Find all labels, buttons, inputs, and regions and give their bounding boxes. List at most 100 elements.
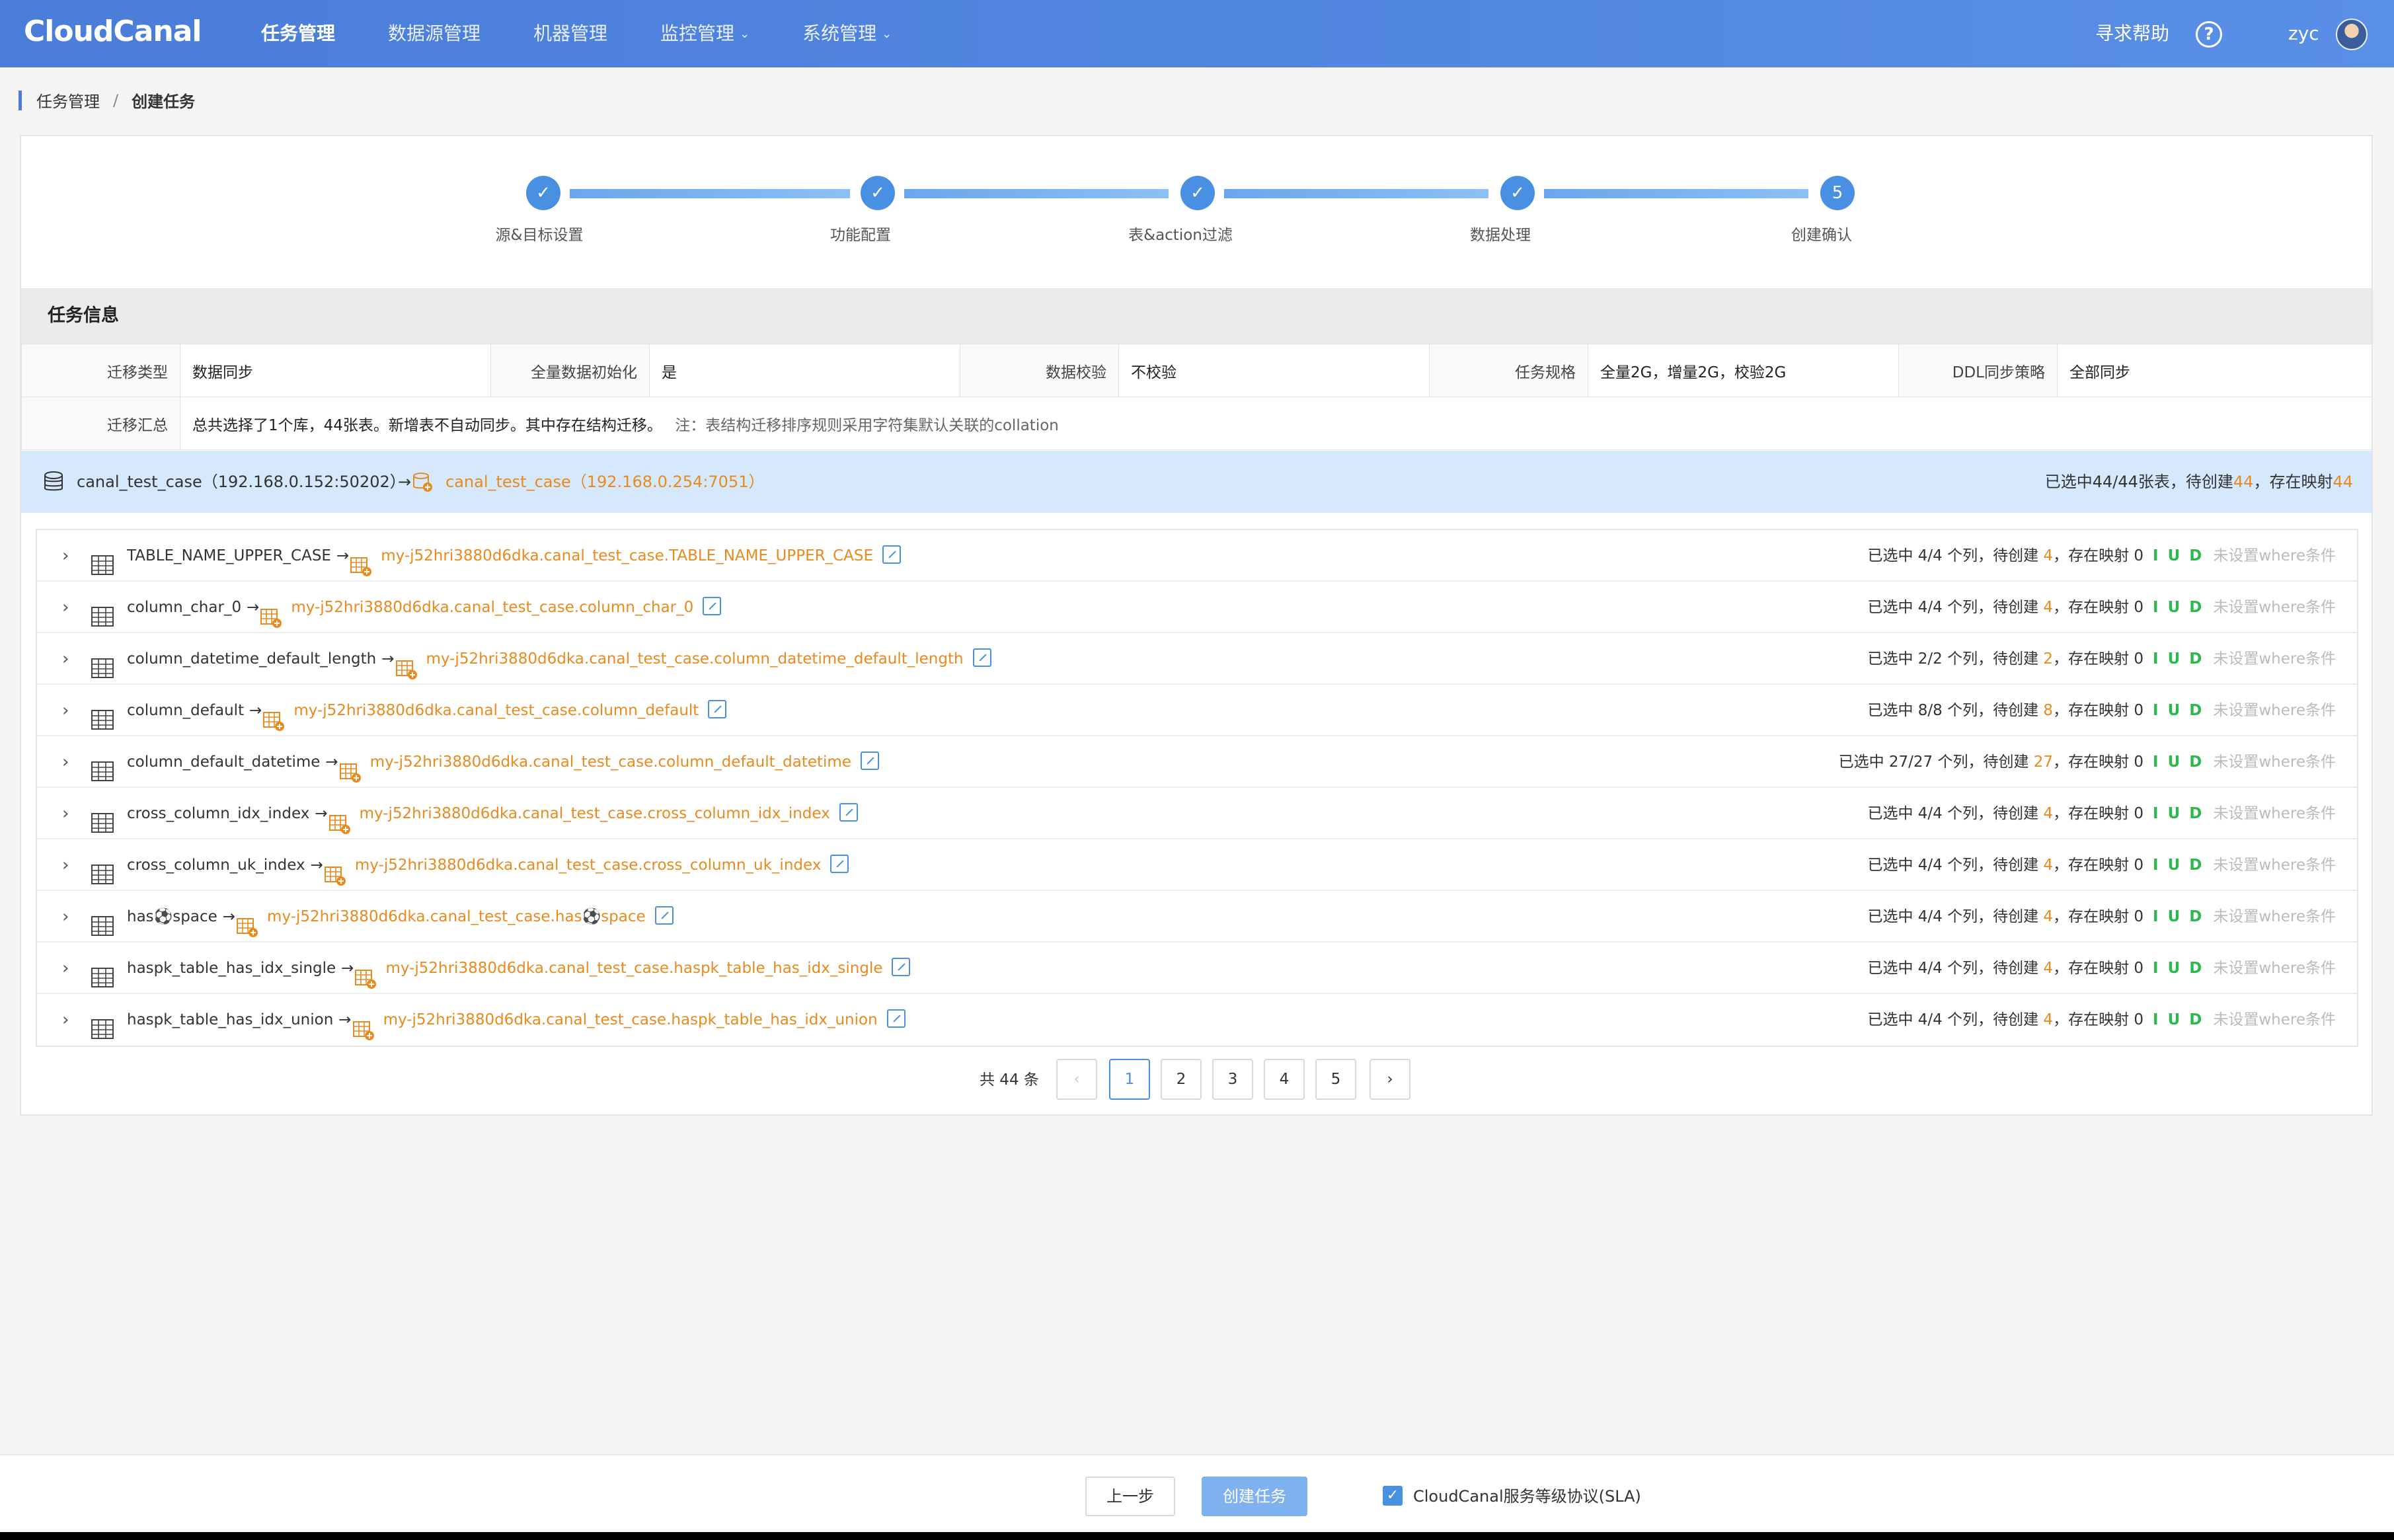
expand-chevron-icon[interactable]: › [62, 788, 69, 839]
where-condition[interactable]: 未设置where条件 [2213, 547, 2336, 564]
help-icon[interactable]: ? [2196, 21, 2222, 48]
table-row[interactable]: › column_default_datetime → my-j52hri3880d6… [37, 736, 2357, 788]
nav-datasource-management[interactable]: 数据源管理 [388, 0, 481, 67]
target-table-icon [328, 804, 352, 834]
expand-chevron-icon[interactable]: › [62, 891, 69, 943]
nav-system-management[interactable]: 系统管理 ⌄ [802, 0, 892, 67]
where-condition[interactable]: 未设置where条件 [2213, 960, 2336, 977]
iud-actions[interactable]: I U D [2153, 960, 2204, 977]
value-full-init: 是 [649, 344, 960, 397]
sla-checkbox[interactable]: ✓ [1383, 1486, 1403, 1506]
table-row[interactable]: › TABLE_NAME_UPPER_CASE → my-j52hri3880d6dk… [37, 530, 2357, 582]
expand-chevron-icon[interactable]: › [62, 685, 69, 736]
arrow-icon: → [247, 599, 260, 616]
breadcrumb: 任务管理 / 创建任务 [19, 89, 195, 112]
nav-monitor-management[interactable]: 监控管理 ⌄ [660, 0, 750, 67]
table-stats: 已选中 4/4 个列，待创建 4，存在映射 0 I U D 未设置where条件 [1867, 582, 2336, 633]
where-condition[interactable]: 未设置where条件 [2213, 650, 2336, 668]
pagination-prev-button[interactable]: ‹ [1056, 1059, 1097, 1100]
table-row[interactable]: › column_default → my-j52hri3880d6dka.canal… [37, 685, 2357, 736]
iud-actions[interactable]: I U D [2153, 650, 2204, 668]
iud-actions[interactable]: I U D [2153, 753, 2204, 771]
edit-mapping-icon[interactable] [892, 957, 911, 976]
create-task-button[interactable]: 创建任务 [1202, 1477, 1307, 1516]
where-condition[interactable]: 未设置where条件 [2213, 908, 2336, 925]
nav-label: 数据源管理 [388, 22, 481, 44]
label-full-init: 全量数据初始化 [490, 344, 650, 397]
avatar[interactable] [2336, 19, 2368, 50]
pagination-page-2[interactable]: 2 [1161, 1059, 1202, 1100]
table-row[interactable]: › column_datetime_default_length → my-j52hr… [37, 633, 2357, 685]
table-stats: 已选中 2/2 个列，待创建 2，存在映射 0 I U D 未设置where条件 [1867, 633, 2336, 685]
label-migration-summary: 迁移汇总 [21, 397, 180, 450]
source-table-name: TABLE_NAME_UPPER_CASE [127, 547, 331, 564]
table-row[interactable]: › column_char_0 → my-j52hri3880d6dka.canal_… [37, 582, 2357, 633]
source-table-name: column_char_0 [127, 599, 242, 616]
edit-mapping-icon[interactable] [708, 699, 727, 718]
where-condition[interactable]: 未设置where条件 [2213, 805, 2336, 822]
edit-mapping-icon[interactable] [839, 802, 858, 822]
expand-chevron-icon[interactable]: › [62, 633, 69, 685]
sla-label[interactable]: CloudCanal服务等级协议(SLA) [1413, 1487, 1641, 1506]
nav-machine-management[interactable]: 机器管理 [533, 0, 607, 67]
where-condition[interactable]: 未设置where条件 [2213, 753, 2336, 771]
where-condition[interactable]: 未设置where条件 [2213, 1011, 2336, 1028]
previous-step-button[interactable]: 上一步 [1085, 1477, 1175, 1516]
edit-mapping-icon[interactable] [972, 648, 991, 667]
expand-chevron-icon[interactable]: › [62, 943, 69, 994]
chevron-down-icon: ⌄ [740, 27, 750, 41]
expand-chevron-icon[interactable]: › [62, 736, 69, 788]
pagination-total: 共 44 条 [980, 1071, 1039, 1089]
target-table-name: my-j52hri3880d6dka.canal_test_case.cross… [359, 805, 830, 822]
expand-chevron-icon[interactable]: › [62, 582, 69, 633]
pagination-next-button[interactable]: › [1370, 1059, 1410, 1100]
pagination-page-5[interactable]: 5 [1315, 1059, 1356, 1100]
user-name[interactable]: zyc [2288, 0, 2319, 67]
where-condition[interactable]: 未设置where条件 [2213, 857, 2336, 874]
step-label-create-confirm: 创建确认 [1791, 227, 1852, 244]
pagination-page-1[interactable]: 1 [1109, 1059, 1150, 1100]
target-table-icon [263, 701, 286, 731]
source-table-name: column_default [127, 702, 245, 719]
table-row[interactable]: › haspk_table_has_idx_union → my-j52hri3880… [37, 994, 2357, 1046]
source-table-name: column_datetime_default_length [127, 650, 377, 668]
table-row[interactable]: › haspk_table_has_idx_single → my-j52hri388… [37, 943, 2357, 994]
expand-chevron-icon[interactable]: › [62, 839, 69, 891]
target-table-name: my-j52hri3880d6dka.canal_test_case.TABLE… [381, 547, 874, 564]
nav-task-management[interactable]: 任务管理 [261, 0, 335, 67]
table-row[interactable]: › cross_column_idx_index → my-j52hri3880d6d… [37, 788, 2357, 839]
expand-chevron-icon[interactable]: › [62, 530, 69, 582]
edit-mapping-icon[interactable] [886, 1009, 906, 1028]
table-icon [91, 905, 114, 936]
where-condition[interactable]: 未设置where条件 [2213, 599, 2336, 616]
label-data-verify: 数据校验 [960, 344, 1119, 397]
target-table-icon [324, 856, 347, 886]
help-link[interactable]: 寻求帮助 [2095, 0, 2169, 67]
iud-actions[interactable]: I U D [2153, 547, 2204, 564]
where-condition[interactable]: 未设置where条件 [2213, 702, 2336, 719]
table-icon [91, 648, 114, 678]
table-row[interactable]: › has⚽space → my-j52hri3880d6dka.canal_test… [37, 891, 2357, 943]
column-selection: 已选中 4/4 个列，待创建 [1867, 599, 2044, 616]
pagination-page-4[interactable]: 4 [1264, 1059, 1305, 1100]
pagination-page-3[interactable]: 3 [1212, 1059, 1253, 1100]
arrow-icon: → [222, 908, 236, 925]
edit-mapping-icon[interactable] [830, 854, 849, 873]
breadcrumb-parent[interactable]: 任务管理 [36, 89, 100, 112]
edit-mapping-icon[interactable] [654, 905, 674, 925]
iud-actions[interactable]: I U D [2153, 599, 2204, 616]
edit-mapping-icon[interactable] [703, 596, 722, 615]
iud-actions[interactable]: I U D [2153, 908, 2204, 925]
expand-chevron-icon[interactable]: › [62, 994, 69, 1046]
edit-mapping-icon[interactable] [860, 751, 879, 770]
step-4-check-icon: ✓ [1500, 176, 1535, 210]
table-row[interactable]: › cross_column_uk_index → my-j52hri3880d6dk… [37, 839, 2357, 891]
iud-actions[interactable]: I U D [2153, 857, 2204, 874]
source-table-name: cross_column_idx_index [127, 805, 310, 822]
iud-actions[interactable]: I U D [2153, 1011, 2204, 1028]
breadcrumb-separator: / [113, 91, 119, 110]
iud-actions[interactable]: I U D [2153, 702, 2204, 719]
iud-actions[interactable]: I U D [2153, 805, 2204, 822]
edit-mapping-icon[interactable] [882, 545, 902, 564]
table-stats: 已选中 27/27 个列，待创建 27，存在映射 0 I U D 未设置where条… [1839, 736, 2336, 788]
